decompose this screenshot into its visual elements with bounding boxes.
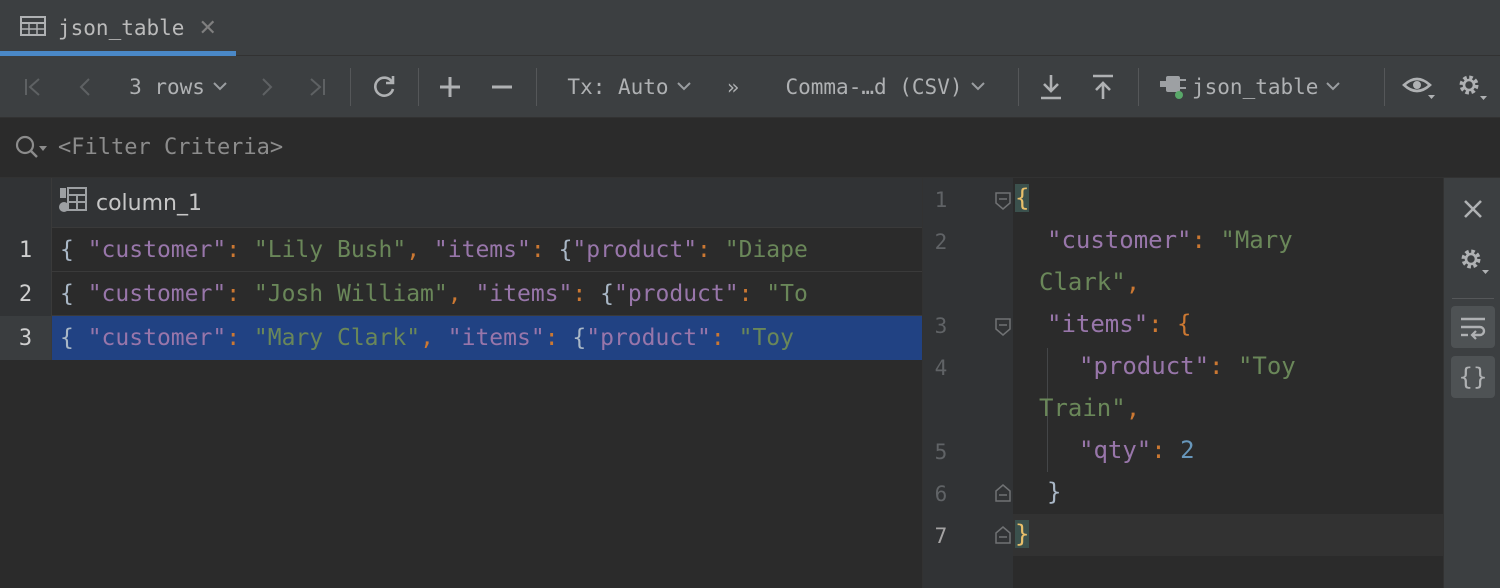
chevron-down-icon: [676, 79, 691, 95]
fold-end-marker-icon[interactable]: [995, 484, 1011, 502]
editor-side-panel: {}: [1443, 178, 1500, 588]
gear-icon[interactable]: [1452, 56, 1490, 118]
table-cell[interactable]: { "customer": "Josh William", "items": {…: [52, 272, 922, 316]
table-row-selected[interactable]: 3 { "customer": "Mary Clark", "items": {…: [0, 316, 922, 360]
tab-label: json_table: [58, 16, 185, 40]
code-line-7: }: [1015, 520, 1030, 548]
filter-input[interactable]: <Filter Criteria>: [58, 135, 283, 160]
line-number: 1: [934, 188, 948, 212]
table-row[interactable]: 2 { "customer": "Josh William", "items":…: [0, 272, 922, 316]
rows-label: 3 rows: [129, 75, 205, 99]
code-line-3: "items": {: [1047, 310, 1192, 338]
fold-marker-icon[interactable]: [995, 192, 1011, 210]
datasource-label: json_table: [1192, 75, 1319, 99]
code-line-4-wrap: Train",: [1039, 394, 1141, 422]
soft-wrap-icon[interactable]: [1451, 306, 1495, 348]
line-number: 5: [934, 440, 948, 464]
table-cell[interactable]: { "customer": "Mary Clark", "items": {"p…: [52, 316, 922, 360]
datasource-dropdown[interactable]: json_table: [1158, 56, 1368, 118]
last-page-icon[interactable]: [302, 56, 332, 118]
add-row-icon[interactable]: [434, 56, 466, 118]
code-line-4: "product": "Toy: [1079, 352, 1296, 380]
search-icon[interactable]: [14, 134, 48, 162]
toolbar-separator: [350, 68, 351, 106]
code-line-2: "customer": "Mary: [1047, 226, 1293, 254]
tab-bar: json_table ✕: [0, 0, 1500, 56]
table-row[interactable]: 1 { "customer": "Lily Bush", "items": {"…: [0, 228, 922, 272]
code-line-2-wrap: Clark",: [1039, 268, 1141, 296]
close-icon[interactable]: ✕: [198, 16, 216, 41]
row-number[interactable]: 3: [0, 316, 52, 360]
toolbar: 3 rows Tx: Auto » Comma-…d (CSV) json_ta…: [0, 56, 1500, 118]
eye-icon[interactable]: [1400, 56, 1438, 118]
tab-json-table[interactable]: json_table ✕: [0, 0, 236, 56]
refresh-icon[interactable]: [366, 56, 402, 118]
more-actions-button[interactable]: »: [718, 56, 748, 118]
first-page-icon[interactable]: [18, 56, 48, 118]
data-grid: column_1 1 { "customer": "Lily Bush", "i…: [0, 178, 922, 588]
fold-end-marker-icon[interactable]: [995, 526, 1011, 544]
side-panel-divider: [1452, 298, 1494, 299]
column-header[interactable]: column_1: [58, 178, 202, 228]
line-number: 6: [934, 482, 948, 506]
toolbar-separator: [418, 68, 419, 106]
toolbar-separator: [1018, 68, 1019, 106]
grid-corner[interactable]: [0, 178, 52, 228]
value-editor[interactable]: 1 2 3 4 5 6 7 { "customer": "Mary Clark"…: [922, 178, 1444, 588]
fold-marker-icon[interactable]: [995, 318, 1011, 336]
upload-icon[interactable]: [1086, 56, 1120, 118]
filter-bar[interactable]: <Filter Criteria>: [0, 118, 1500, 178]
table-icon: [20, 16, 46, 40]
column-icon: [58, 186, 88, 220]
line-number: 4: [934, 356, 948, 380]
remove-row-icon[interactable]: [486, 56, 518, 118]
row-number[interactable]: 2: [0, 272, 52, 316]
rows-dropdown[interactable]: 3 rows: [118, 56, 238, 118]
code-line-1: {: [1015, 184, 1030, 212]
download-icon[interactable]: [1034, 56, 1068, 118]
toolbar-separator: [1384, 68, 1385, 106]
chevron-down-icon: [1326, 79, 1341, 95]
format-label: Comma-…d (CSV): [785, 75, 963, 99]
datasource-icon: [1158, 71, 1188, 104]
line-number: 3: [934, 314, 948, 338]
line-number: 7: [934, 524, 948, 548]
line-number: 2: [934, 230, 948, 254]
gear-icon[interactable]: [1451, 240, 1495, 282]
toolbar-separator: [1138, 68, 1139, 106]
table-cell[interactable]: { "customer": "Lily Bush", "items": {"pr…: [52, 228, 922, 272]
chevron-down-icon: [970, 79, 985, 95]
next-page-icon[interactable]: [252, 56, 282, 118]
row-number[interactable]: 1: [0, 228, 52, 272]
column-header-label: column_1: [96, 190, 202, 216]
caret-line-highlight: [1013, 514, 1444, 556]
braces-icon[interactable]: {}: [1451, 356, 1495, 398]
close-icon[interactable]: [1451, 188, 1495, 230]
tx-mode-dropdown[interactable]: Tx: Auto: [556, 56, 702, 118]
chevron-down-icon: [213, 79, 227, 95]
code-line-6: }: [1047, 478, 1062, 506]
code-line-5: "qty": 2: [1079, 436, 1195, 464]
tx-label: Tx: Auto: [567, 75, 669, 99]
format-dropdown[interactable]: Comma-…d (CSV): [770, 56, 1000, 118]
toolbar-separator: [536, 68, 537, 106]
grid-header: column_1: [0, 178, 922, 228]
prev-page-icon[interactable]: [70, 56, 100, 118]
